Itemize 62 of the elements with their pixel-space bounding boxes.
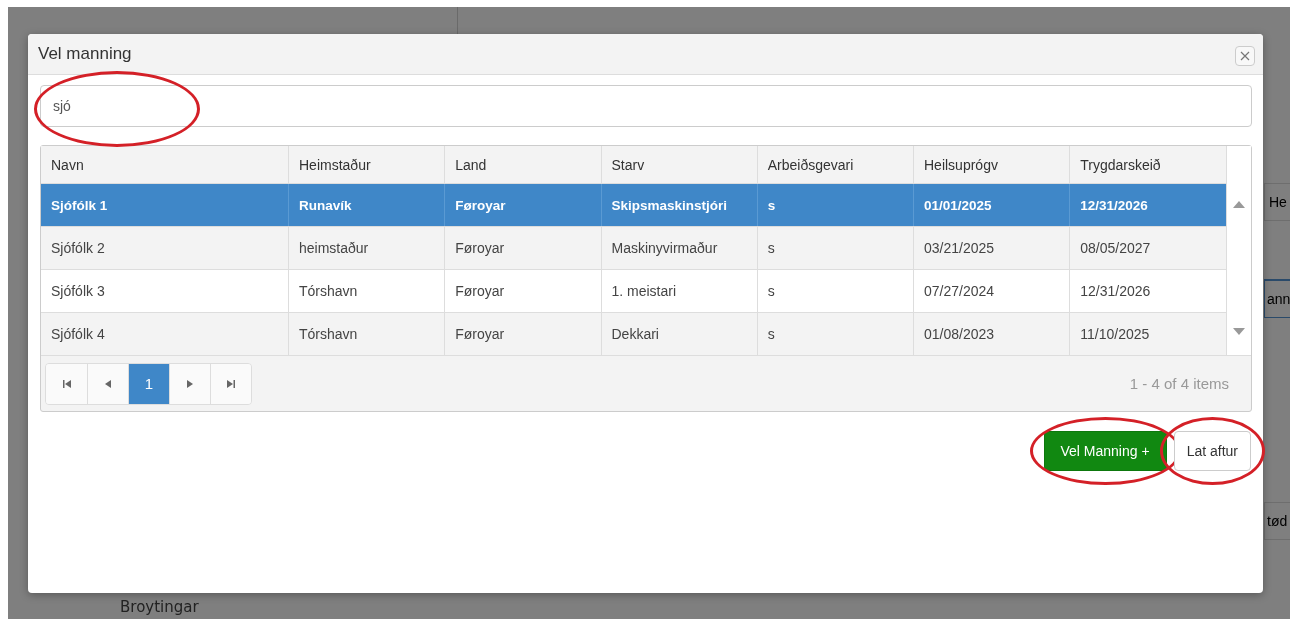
- last-page-icon: [227, 379, 235, 388]
- table-cell: Tórshavn: [288, 312, 445, 356]
- table-cell: Føroyar: [444, 269, 601, 313]
- first-page-button[interactable]: [46, 363, 87, 404]
- column-header[interactable]: Trygdarskeið: [1069, 146, 1226, 184]
- dialog-title: Vel manning: [38, 44, 132, 64]
- add-crew-button[interactable]: Vel Manning +: [1043, 431, 1167, 471]
- column-header[interactable]: Navn: [41, 146, 289, 184]
- partial-control: He: [1264, 183, 1290, 221]
- table-cell: 11/10/2025: [1069, 312, 1226, 356]
- table-cell: Tórshavn: [288, 269, 445, 313]
- table-cell: Skipsmaskinstjóri: [601, 183, 758, 227]
- table-cell: Føroyar: [444, 226, 601, 270]
- table-row[interactable]: Sjófólk 1 Runavík Føroyar Skipsmaskinstjóri s 01/01/2025 12/31/2026: [41, 183, 1226, 227]
- section-heading: Broytingar: [120, 598, 199, 616]
- table-cell: Føroyar: [444, 312, 601, 356]
- page-button[interactable]: 1: [128, 363, 169, 404]
- table-cell: s: [757, 183, 914, 227]
- table-row[interactable]: Sjófólk 3 Tórshavn Føroyar 1. meistari s 07/27/2024 12/31/2026: [41, 269, 1226, 313]
- table-cell: 03/21/2025: [913, 226, 1070, 270]
- partial-control: tød: [1264, 502, 1290, 540]
- close-button[interactable]: [1235, 46, 1255, 66]
- first-page-icon: [62, 379, 71, 388]
- table-cell: Dekkari: [601, 312, 758, 356]
- column-header[interactable]: Heimstaður: [288, 146, 445, 184]
- column-header[interactable]: Land: [444, 146, 601, 184]
- previous-page-button[interactable]: [87, 363, 128, 404]
- table-cell: Sjófólk 4: [41, 312, 289, 356]
- column-header[interactable]: Arbeiðsgevari: [757, 146, 914, 184]
- table-cell: s: [757, 226, 914, 270]
- table-cell: Føroyar: [444, 183, 601, 227]
- table-cell: heimstaður: [288, 226, 445, 270]
- next-page-icon: [186, 379, 194, 388]
- table-cell: 01/08/2023: [913, 312, 1070, 356]
- table-cell: s: [757, 269, 914, 313]
- scroll-up-icon[interactable]: [1233, 201, 1245, 208]
- close-icon: [1240, 51, 1250, 61]
- previous-page-icon: [104, 379, 112, 388]
- table-cell: 01/01/2025: [913, 183, 1070, 227]
- table-cell: 12/31/2026: [1069, 269, 1226, 313]
- table-row[interactable]: Sjófólk 4 Tórshavn Føroyar Dekkari s 01/08/2023 11/10/2025: [41, 312, 1226, 356]
- next-page-button[interactable]: [169, 363, 210, 404]
- table-row[interactable]: Sjófólk 2 heimstaður Føroyar Maskinyvirmaður s 03/21/2025 08/05/2027: [41, 226, 1226, 270]
- table-cell: s: [757, 312, 914, 356]
- table-cell: 08/05/2027: [1069, 226, 1226, 270]
- close-dialog-button[interactable]: Lat aftur: [1173, 431, 1251, 471]
- search-field[interactable]: sjó: [40, 85, 1252, 127]
- column-header[interactable]: Heilsuprógv: [913, 146, 1070, 184]
- last-page-button[interactable]: [210, 363, 251, 404]
- table-cell: Sjófólk 1: [41, 183, 289, 227]
- partial-control: ann: [1264, 279, 1290, 318]
- scrollbar[interactable]: [1226, 146, 1251, 356]
- pager-summary: 1 - 4 of 4 items: [1129, 375, 1229, 392]
- table-cell: 07/27/2024: [913, 269, 1070, 313]
- table-cell: Runavík: [288, 183, 445, 227]
- column-header[interactable]: Starv: [601, 146, 758, 184]
- table-cell: Sjófólk 2: [41, 226, 289, 270]
- scroll-down-icon[interactable]: [1233, 328, 1245, 335]
- table-cell: 12/31/2026: [1069, 183, 1226, 227]
- table-cell: Sjófólk 3: [41, 269, 289, 313]
- table-cell: Maskinyvirmaður: [601, 226, 758, 270]
- table-cell: 1. meistari: [601, 269, 758, 313]
